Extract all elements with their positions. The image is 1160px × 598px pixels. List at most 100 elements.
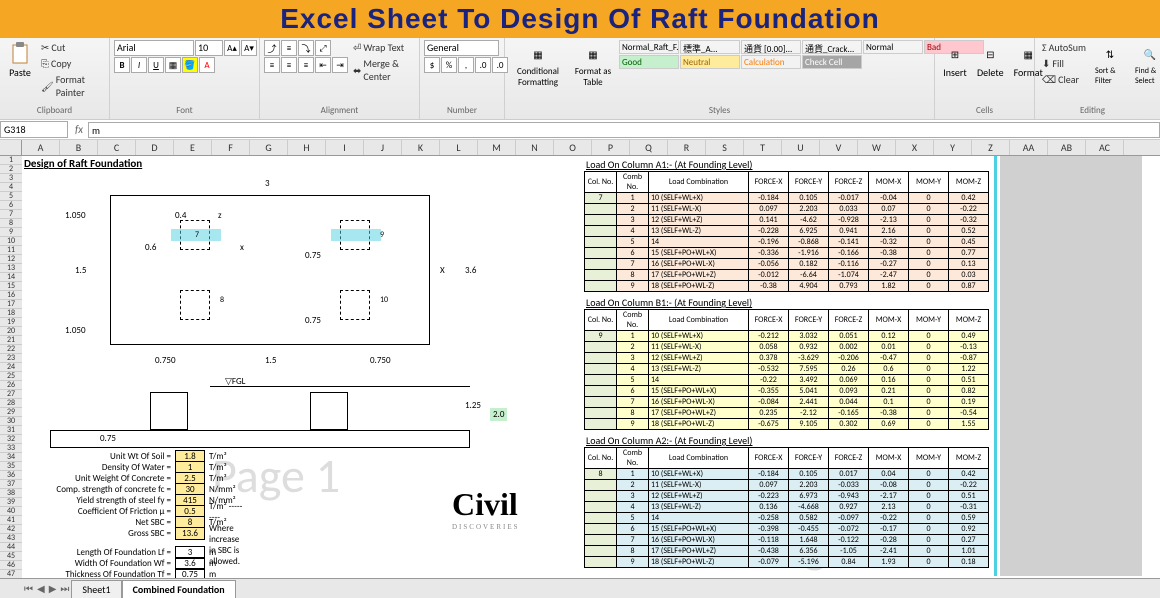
table-cell[interactable]: 0 xyxy=(909,248,949,259)
col-header-N[interactable]: N xyxy=(516,140,554,155)
table-cell[interactable]: 0.12 xyxy=(869,331,909,342)
style-neutral[interactable]: Neutral xyxy=(680,55,740,69)
param-value[interactable]: 13.6 xyxy=(175,527,205,540)
table-cell[interactable]: 6.356 xyxy=(789,546,829,557)
table-cell[interactable]: 5 xyxy=(617,237,649,248)
table-cell[interactable]: -0.258 xyxy=(749,513,789,524)
col-header-J[interactable]: J xyxy=(364,140,402,155)
table-cell[interactable]: -4.668 xyxy=(789,502,829,513)
table-cell[interactable]: 1.648 xyxy=(789,535,829,546)
col-header-P[interactable]: P xyxy=(592,140,630,155)
table-cell[interactable]: 0.058 xyxy=(749,342,789,353)
col-header-H[interactable]: H xyxy=(288,140,326,155)
table-cell[interactable]: 4.904 xyxy=(789,281,829,292)
table-cell[interactable]: 16 (SELF+PO+WL-X) xyxy=(649,397,749,408)
conditional-formatting-button[interactable]: ▦ Conditional Formatting xyxy=(509,40,567,90)
col-header-E[interactable]: E xyxy=(174,140,212,155)
table-cell[interactable] xyxy=(585,386,617,397)
table-cell[interactable]: 0.051 xyxy=(829,331,869,342)
table-cell[interactable]: 12 (SELF+WL+Z) xyxy=(649,353,749,364)
table-cell[interactable]: 0.27 xyxy=(949,535,989,546)
table-cell[interactable]: 0 xyxy=(909,331,949,342)
table-cell[interactable]: 7 xyxy=(585,193,617,204)
tab-nav-next[interactable]: ▶ xyxy=(47,582,59,595)
table-cell[interactable]: 16 (SELF+PO+WL-X) xyxy=(649,535,749,546)
table-cell[interactable]: 0.26 xyxy=(829,364,869,375)
table-cell[interactable]: 0.793 xyxy=(829,281,869,292)
table-cell[interactable]: 0.932 xyxy=(789,342,829,353)
table-cell[interactable]: 0.927 xyxy=(829,502,869,513)
select-all-corner[interactable] xyxy=(0,140,22,155)
table-cell[interactable]: 0.18 xyxy=(949,557,989,568)
table-cell[interactable]: 0 xyxy=(909,513,949,524)
table-cell[interactable]: 6 xyxy=(617,386,649,397)
table-cell[interactable]: 4 xyxy=(617,502,649,513)
tab-sheet1[interactable]: Sheet1 xyxy=(71,580,121,598)
col-header-AC[interactable]: AC xyxy=(1086,140,1124,155)
table-cell[interactable]: -0.184 xyxy=(749,469,789,480)
table-cell[interactable] xyxy=(585,419,617,430)
cut-button[interactable]: ✂Cut xyxy=(38,40,105,55)
font-size-select[interactable]: 10 xyxy=(195,40,223,56)
table-cell[interactable]: 0.51 xyxy=(949,375,989,386)
table-cell[interactable]: -0.166 xyxy=(829,248,869,259)
table-cell[interactable]: -6.64 xyxy=(789,270,829,281)
col-header-L[interactable]: L xyxy=(440,140,478,155)
table-cell[interactable]: 12 (SELF+WL+Z) xyxy=(649,491,749,502)
table-cell[interactable]: 0 xyxy=(909,491,949,502)
col-header-X[interactable]: X xyxy=(896,140,934,155)
table-cell[interactable] xyxy=(585,408,617,419)
table-cell[interactable]: 3 xyxy=(617,215,649,226)
table-cell[interactable] xyxy=(585,270,617,281)
table-cell[interactable]: 13 (SELF+WL-Z) xyxy=(649,364,749,375)
table-cell[interactable]: 0 xyxy=(909,408,949,419)
underline-button[interactable]: U xyxy=(148,57,164,73)
insert-cells-button[interactable]: ⊞Insert xyxy=(939,40,971,81)
table-cell[interactable]: 0.093 xyxy=(829,386,869,397)
copy-button[interactable]: ⎘Copy xyxy=(38,56,105,71)
table-cell[interactable]: 0.136 xyxy=(749,502,789,513)
table-cell[interactable]: 0.84 xyxy=(829,557,869,568)
table-cell[interactable]: -1.05 xyxy=(829,546,869,557)
formula-bar[interactable]: m xyxy=(88,122,1160,138)
table-cell[interactable]: -0.13 xyxy=(949,342,989,353)
col-header-V[interactable]: V xyxy=(820,140,858,155)
table-cell[interactable]: 0.42 xyxy=(949,469,989,480)
table-cell[interactable]: 0.141 xyxy=(749,215,789,226)
table-cell[interactable]: 9 xyxy=(585,331,617,342)
table-cell[interactable]: 0.582 xyxy=(789,513,829,524)
table-cell[interactable]: -2.13 xyxy=(869,215,909,226)
table-cell[interactable]: 7 xyxy=(617,397,649,408)
table-cell[interactable]: -0.184 xyxy=(749,193,789,204)
table-cell[interactable] xyxy=(585,364,617,375)
table-cell[interactable]: 0 xyxy=(909,397,949,408)
table-cell[interactable]: 0 xyxy=(909,364,949,375)
table-cell[interactable]: 0 xyxy=(909,215,949,226)
col-header-F[interactable]: F xyxy=(212,140,250,155)
font-name-select[interactable]: Arial xyxy=(114,40,194,56)
table-cell[interactable]: 0 xyxy=(909,502,949,513)
tab-nav-prev[interactable]: ◀ xyxy=(35,582,47,595)
table-cell[interactable]: 18 (SELF+PO+WL-Z) xyxy=(649,557,749,568)
table-cell[interactable]: -0.212 xyxy=(749,331,789,342)
table-cell[interactable]: 0.105 xyxy=(789,193,829,204)
table-cell[interactable]: -1.074 xyxy=(829,270,869,281)
style-good[interactable]: Good xyxy=(619,55,679,69)
table-cell[interactable]: -0.928 xyxy=(829,215,869,226)
table-cell[interactable]: 0.92 xyxy=(949,524,989,535)
fill-color-button[interactable]: 🪣 xyxy=(182,57,198,73)
table-cell[interactable]: 0 xyxy=(909,342,949,353)
align-right-icon[interactable]: ≡ xyxy=(298,57,314,73)
table-cell[interactable]: -0.22 xyxy=(749,375,789,386)
table-cell[interactable]: 3.032 xyxy=(789,331,829,342)
table-cell[interactable]: 11 (SELF+WL-X) xyxy=(649,342,749,353)
table-cell[interactable]: 0.45 xyxy=(949,237,989,248)
style-cjk2[interactable]: 通貨 [0.00]... xyxy=(741,40,801,54)
table-cell[interactable]: 0.097 xyxy=(749,204,789,215)
table-cell[interactable]: 0.52 xyxy=(949,226,989,237)
param-value[interactable]: 0.75 xyxy=(175,568,205,578)
table-cell[interactable]: 0 xyxy=(909,204,949,215)
format-painter-button[interactable]: 🖌Format Painter xyxy=(38,72,105,100)
table-cell[interactable]: 5 xyxy=(617,513,649,524)
table-cell[interactable]: 18 (SELF+PO+WL-Z) xyxy=(649,281,749,292)
